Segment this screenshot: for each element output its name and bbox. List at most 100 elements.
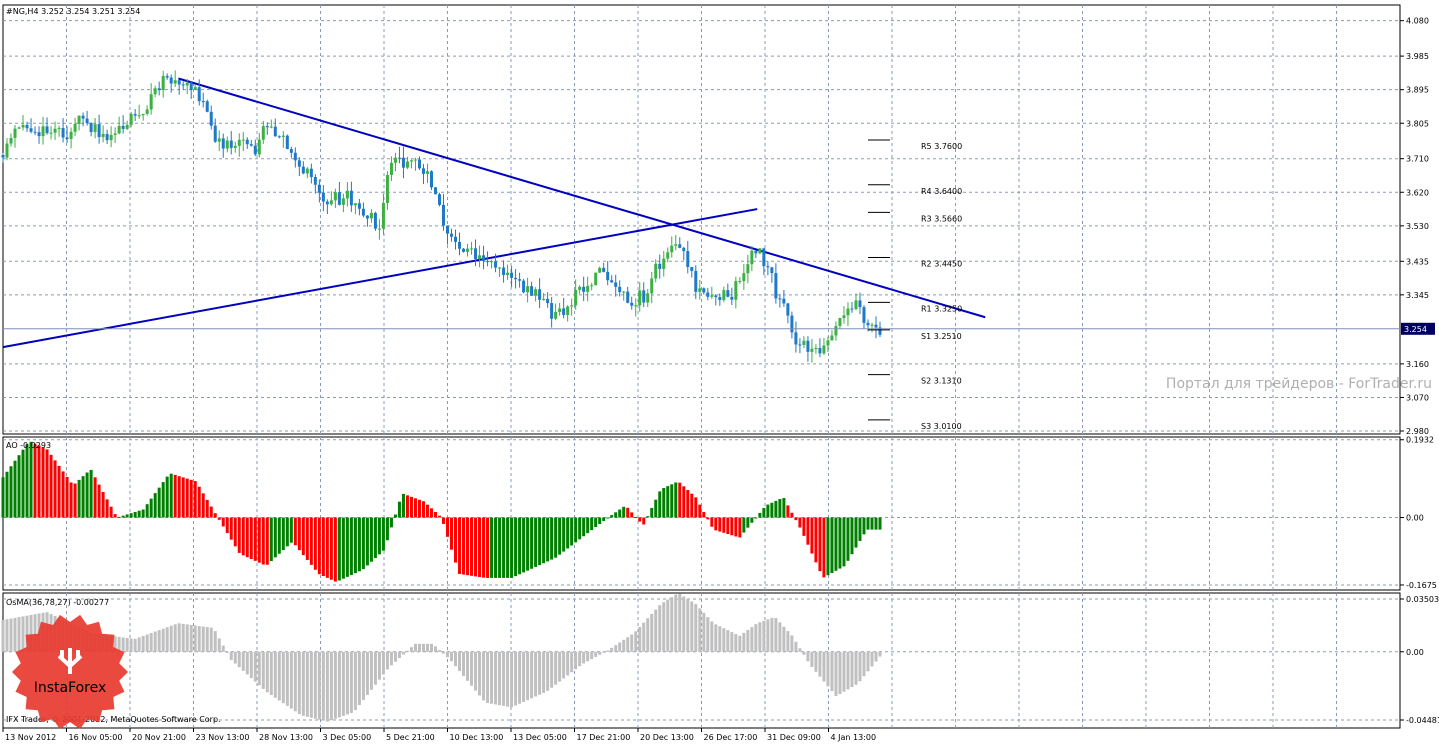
osma-bar [165, 627, 169, 652]
osma-bar [313, 651, 317, 719]
osma-bar [598, 651, 602, 655]
osma-bar [610, 647, 614, 652]
osma-bar [353, 651, 357, 711]
osma-bar [301, 651, 305, 716]
candle-body [766, 266, 770, 268]
osma-bar [133, 638, 137, 652]
osma-bar [253, 651, 257, 682]
candle-body [81, 115, 85, 119]
ao-bar [309, 517, 313, 565]
osma-bar [714, 624, 718, 652]
candle-body [85, 118, 89, 124]
ao-bar [113, 514, 117, 518]
ao-bar [285, 517, 289, 547]
ao-bar [197, 486, 201, 518]
osma-bar [486, 651, 490, 703]
candle-body [670, 245, 674, 253]
ao-bar [217, 517, 221, 520]
ao-bar [29, 441, 33, 518]
osma-bar [858, 651, 862, 682]
ao-bar [293, 517, 297, 546]
candle-body [329, 200, 333, 205]
candle-body [229, 140, 233, 148]
ao-bar [766, 504, 770, 518]
ao-bar [650, 507, 654, 518]
candle-body [850, 308, 854, 310]
candle-body [866, 322, 870, 326]
y-tick-label: 3.895 [1406, 86, 1429, 95]
candle-body [734, 281, 738, 300]
candle-body [261, 126, 265, 140]
ao-bar [85, 472, 89, 518]
candle-body [321, 192, 325, 202]
candle-body [113, 133, 117, 135]
candle-body [762, 248, 766, 267]
ao-bar [490, 517, 494, 578]
ao-bar [710, 517, 714, 527]
ao-bar [694, 497, 698, 518]
ao-bar [562, 517, 566, 552]
osma-bar [838, 651, 842, 695]
osma-bar [722, 628, 726, 652]
osma-bar [478, 651, 482, 696]
candle-body [822, 345, 826, 354]
ao-bar [466, 517, 470, 576]
ao-bar [594, 517, 598, 528]
candle-body [177, 80, 181, 85]
candle-body [726, 290, 730, 297]
x-tick-label: 20 Nov 21:00 [132, 733, 186, 742]
candle-body [309, 168, 313, 177]
osma-bar [826, 651, 830, 687]
candle-body [642, 290, 646, 303]
osma-bar [161, 628, 165, 652]
ao-bar [17, 455, 21, 518]
ao-bar [25, 444, 29, 518]
candle-body [874, 324, 878, 328]
ao-bar [770, 502, 774, 518]
osma-bar [618, 642, 622, 652]
osma-bar [5, 619, 9, 652]
osma-bar [273, 651, 277, 698]
candle-body [337, 192, 341, 205]
ao-bar [642, 517, 646, 525]
ao-bar [393, 514, 397, 518]
candle-body [854, 300, 858, 309]
ao-bar [245, 517, 249, 558]
candle-body [602, 267, 606, 272]
osma-bar [245, 651, 249, 675]
osma-bar [706, 617, 710, 652]
osma-bar [746, 629, 750, 652]
x-tick-label: 5 Dec 21:00 [386, 733, 435, 742]
x-tick-label: 13 Nov 2012 [5, 733, 56, 742]
osma-bar [802, 651, 806, 655]
ao-bar [297, 517, 301, 551]
osma-bar [538, 651, 542, 695]
osma-bar [265, 651, 269, 693]
osma-bar [257, 651, 261, 686]
osma-bar [305, 651, 309, 717]
ao-bar [674, 482, 678, 518]
osma-bar [309, 651, 313, 718]
candle-body [578, 286, 582, 290]
candle-body [305, 168, 309, 174]
ao-bar [333, 517, 337, 582]
candle-body [169, 77, 173, 84]
ao-bar [806, 517, 810, 545]
candle-body [257, 139, 261, 155]
candle-body [614, 282, 618, 287]
osma-bar [822, 651, 826, 682]
candle-body [237, 139, 241, 146]
ao-bar [145, 504, 149, 518]
ao-bar [129, 513, 133, 518]
ao-bar [61, 471, 65, 518]
ao-bar [65, 476, 69, 518]
ao-bar [121, 515, 125, 518]
osma-bar [634, 631, 638, 652]
candle-body [21, 124, 25, 128]
candle-body [97, 124, 101, 138]
ao-bar [225, 517, 229, 534]
ao-bar [165, 476, 169, 518]
osma-bar [474, 651, 478, 691]
ao-bar [658, 491, 662, 518]
osma-bar [401, 651, 405, 655]
